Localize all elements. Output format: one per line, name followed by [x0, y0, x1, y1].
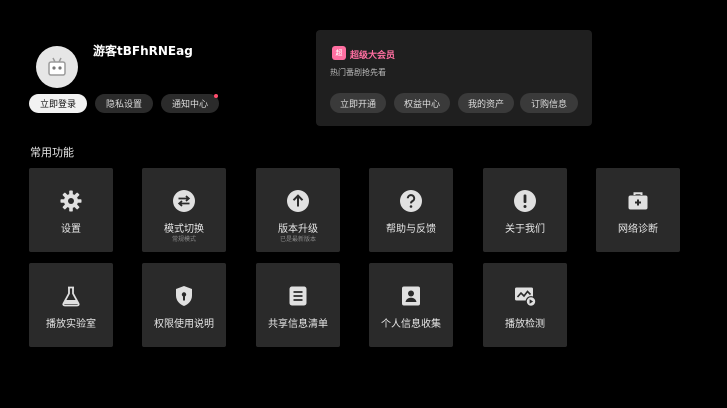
tile-network-diagnosis[interactable]: 网络诊断 [596, 168, 680, 252]
vip-open-button[interactable]: 立即开通 [330, 93, 386, 113]
flask-icon [59, 284, 83, 308]
tile-version-upgrade[interactable]: 版本升级 已是最新版本 [256, 168, 340, 252]
vip-order-button[interactable]: 订购信息 [520, 93, 578, 113]
vip-card: 超 超级大会员 热门番剧抢先看 立即开通 权益中心 我的资产 订购信息 [316, 30, 592, 126]
shield-icon [172, 284, 196, 308]
vip-badge-icon: 超 [332, 46, 346, 60]
contact-icon [399, 284, 423, 308]
tile-personal-info-collection[interactable]: 个人信息收集 [369, 263, 453, 347]
tile-label: 设置 [61, 224, 81, 235]
tile-playback-lab[interactable]: 播放实验室 [29, 263, 113, 347]
tile-permission-notes[interactable]: 权限使用说明 [142, 263, 226, 347]
tile-label: 关于我们 [505, 224, 545, 235]
section-title: 常用功能 [30, 146, 74, 159]
tile-label: 网络诊断 [618, 224, 658, 235]
username: 游客tBFhRNEag [93, 44, 193, 58]
tile-label: 播放检测 [505, 319, 545, 330]
tile-label: 播放实验室 [46, 319, 96, 330]
tile-label: 帮助与反馈 [386, 224, 436, 235]
tile-label: 权限使用说明 [154, 319, 214, 330]
notification-dot [214, 94, 218, 98]
tile-about-us[interactable]: 关于我们 [483, 168, 567, 252]
list-icon [286, 284, 310, 308]
privacy-settings-button[interactable]: 隐私设置 [95, 94, 153, 113]
tile-mode-switch[interactable]: 模式切换 常规模式 [142, 168, 226, 252]
robot-avatar-icon [48, 57, 66, 76]
tile-help-feedback[interactable]: 帮助与反馈 [369, 168, 453, 252]
tile-label: 模式切换 [164, 224, 204, 235]
vip-title: 超级大会员 [350, 51, 396, 61]
tile-label: 共享信息清单 [268, 319, 328, 330]
tile-sublabel: 已是最新版本 [279, 236, 316, 243]
vip-subtitle: 热门番剧抢先看 [330, 68, 386, 77]
vip-assets-button[interactable]: 我的资产 [458, 93, 514, 113]
tile-sublabel: 常规模式 [171, 236, 196, 243]
info-icon [513, 189, 537, 213]
notification-center-button[interactable]: 通知中心 [161, 94, 219, 113]
gear-icon [59, 189, 83, 213]
login-button[interactable]: 立即登录 [29, 94, 87, 113]
monitor-play-icon [513, 284, 537, 308]
tile-shared-info-list[interactable]: 共享信息清单 [256, 263, 340, 347]
vip-benefits-button[interactable]: 权益中心 [394, 93, 450, 113]
upgrade-icon [286, 189, 310, 213]
avatar[interactable] [36, 46, 78, 88]
tile-label: 版本升级 [278, 224, 318, 235]
toolbox-icon [626, 189, 650, 213]
swap-icon [172, 189, 196, 213]
tile-playback-check[interactable]: 播放检测 [483, 263, 567, 347]
tile-label: 个人信息收集 [381, 319, 441, 330]
help-icon [399, 189, 423, 213]
tile-settings[interactable]: 设置 [29, 168, 113, 252]
